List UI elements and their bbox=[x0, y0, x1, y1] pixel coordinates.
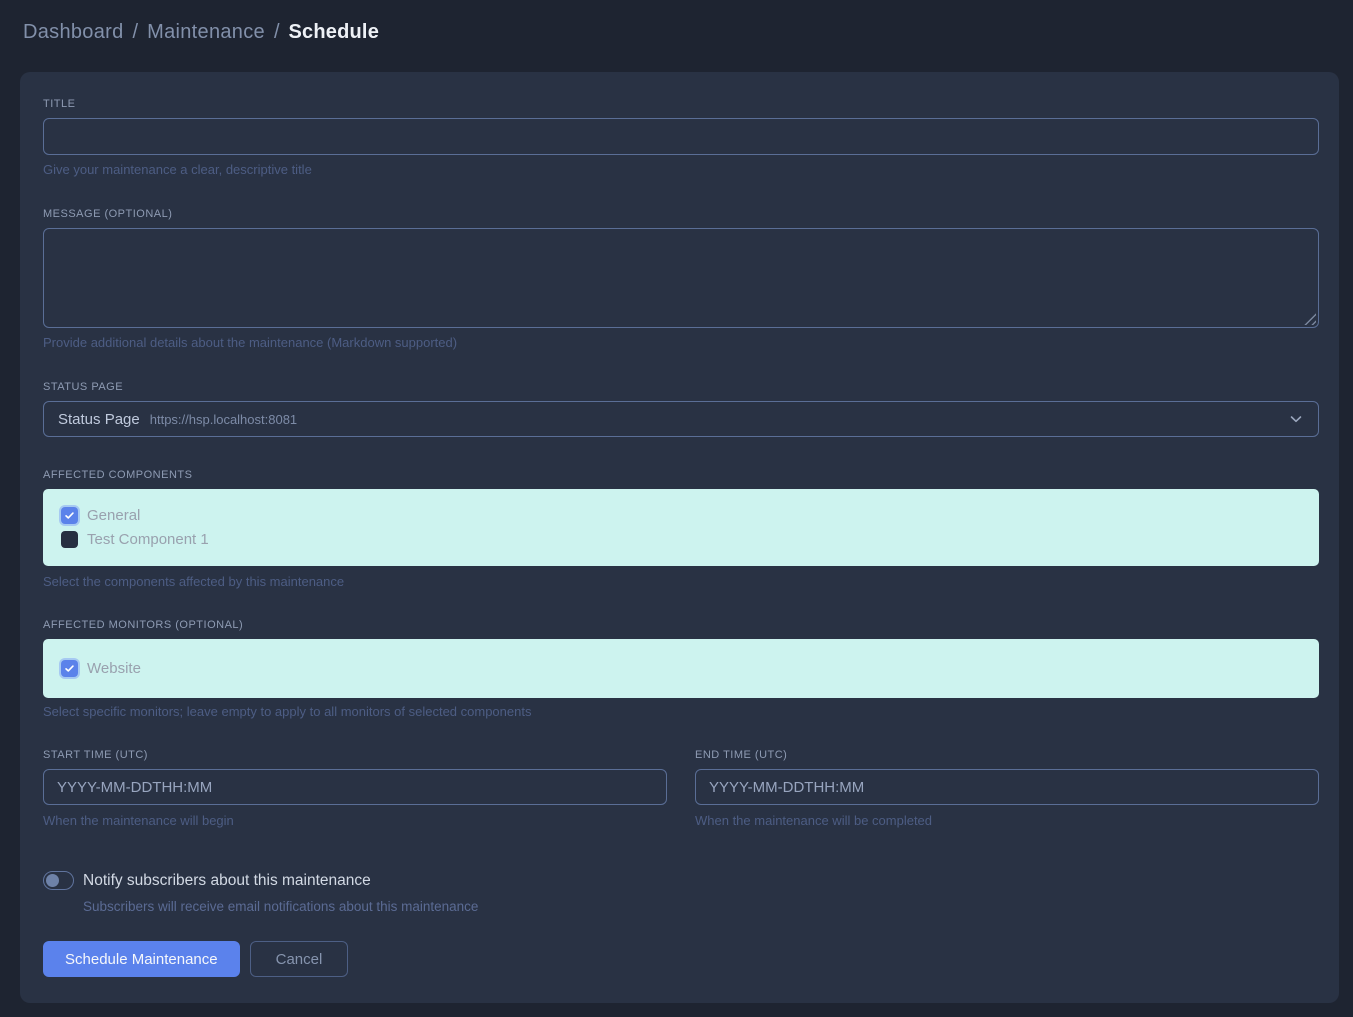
title-label: TITLE bbox=[43, 98, 1319, 111]
toggle-knob bbox=[46, 874, 59, 887]
cancel-button[interactable]: Cancel bbox=[250, 941, 349, 977]
check-icon bbox=[64, 663, 75, 674]
message-textarea[interactable] bbox=[43, 228, 1319, 328]
schedule-maintenance-button[interactable]: Schedule Maintenance bbox=[43, 941, 240, 977]
notify-subscribers-toggle[interactable] bbox=[43, 871, 74, 890]
checkbox-website[interactable] bbox=[61, 660, 78, 677]
monitor-option-website[interactable]: Website bbox=[61, 656, 1301, 680]
message-label: MESSAGE (OPTIONAL) bbox=[43, 208, 1319, 221]
affected-monitors-listbox: Website bbox=[43, 639, 1319, 698]
chevron-down-icon bbox=[1288, 411, 1304, 427]
message-field: MESSAGE (OPTIONAL) Provide additional de… bbox=[43, 208, 1319, 349]
status-page-label: STATUS PAGE bbox=[43, 381, 1319, 394]
status-page-field: STATUS PAGE Status Page https://hsp.loca… bbox=[43, 381, 1319, 437]
status-page-selected-name: Status Page bbox=[58, 411, 140, 428]
start-time-help-text: When the maintenance will begin bbox=[43, 814, 667, 827]
breadcrumb-separator: / bbox=[274, 21, 280, 44]
component-option-general[interactable]: General bbox=[61, 503, 1301, 527]
time-range-row: START TIME (UTC) When the maintenance wi… bbox=[43, 749, 1319, 827]
affected-components-help-text: Select the components affected by this m… bbox=[43, 575, 1319, 588]
notify-subscribers-label: Notify subscribers about this maintenanc… bbox=[83, 872, 371, 890]
start-time-input[interactable] bbox=[43, 769, 667, 805]
title-input[interactable] bbox=[43, 118, 1319, 155]
end-time-label: END TIME (UTC) bbox=[695, 749, 1319, 762]
affected-components-field: AFFECTED COMPONENTS General Test Compone… bbox=[43, 469, 1319, 588]
component-option-label: Test Component 1 bbox=[87, 531, 209, 548]
schedule-maintenance-panel: TITLE Give your maintenance a clear, des… bbox=[20, 72, 1339, 1003]
top-bar: Dashboard / Maintenance / Schedule bbox=[0, 0, 1353, 52]
breadcrumb-separator: / bbox=[133, 21, 139, 44]
end-time-help-text: When the maintenance will be completed bbox=[695, 814, 1319, 827]
form-actions: Schedule Maintenance Cancel bbox=[43, 941, 1319, 977]
affected-components-listbox: General Test Component 1 bbox=[43, 489, 1319, 566]
message-help-text: Provide additional details about the mai… bbox=[43, 336, 1319, 349]
checkbox-general[interactable] bbox=[61, 507, 78, 524]
check-icon bbox=[64, 510, 75, 521]
notify-subscribers-help-text: Subscribers will receive email notificat… bbox=[83, 899, 1319, 914]
breadcrumb: Dashboard / Maintenance / Schedule bbox=[23, 21, 379, 44]
title-help-text: Give your maintenance a clear, descripti… bbox=[43, 163, 1319, 176]
affected-monitors-label: AFFECTED MONITORS (OPTIONAL) bbox=[43, 619, 1319, 632]
component-option-label: General bbox=[87, 507, 140, 524]
status-page-selected-url: https://hsp.localhost:8081 bbox=[150, 412, 297, 427]
breadcrumb-item-maintenance[interactable]: Maintenance bbox=[147, 21, 265, 44]
monitor-option-label: Website bbox=[87, 660, 141, 677]
affected-monitors-field: AFFECTED MONITORS (OPTIONAL) Website Sel… bbox=[43, 619, 1319, 718]
start-time-label: START TIME (UTC) bbox=[43, 749, 667, 762]
status-page-select[interactable]: Status Page https://hsp.localhost:8081 bbox=[43, 401, 1319, 437]
breadcrumb-item-schedule: Schedule bbox=[289, 21, 380, 44]
start-time-field: START TIME (UTC) When the maintenance wi… bbox=[43, 749, 667, 827]
notify-subscribers-block: Notify subscribers about this maintenanc… bbox=[43, 871, 1319, 914]
affected-components-label: AFFECTED COMPONENTS bbox=[43, 469, 1319, 482]
end-time-input[interactable] bbox=[695, 769, 1319, 805]
component-option-test-component-1[interactable]: Test Component 1 bbox=[61, 527, 1301, 551]
title-field: TITLE Give your maintenance a clear, des… bbox=[43, 98, 1319, 176]
end-time-field: END TIME (UTC) When the maintenance will… bbox=[695, 749, 1319, 827]
breadcrumb-item-dashboard[interactable]: Dashboard bbox=[23, 21, 124, 44]
checkbox-test-component-1[interactable] bbox=[61, 531, 78, 548]
affected-monitors-help-text: Select specific monitors; leave empty to… bbox=[43, 705, 1319, 718]
